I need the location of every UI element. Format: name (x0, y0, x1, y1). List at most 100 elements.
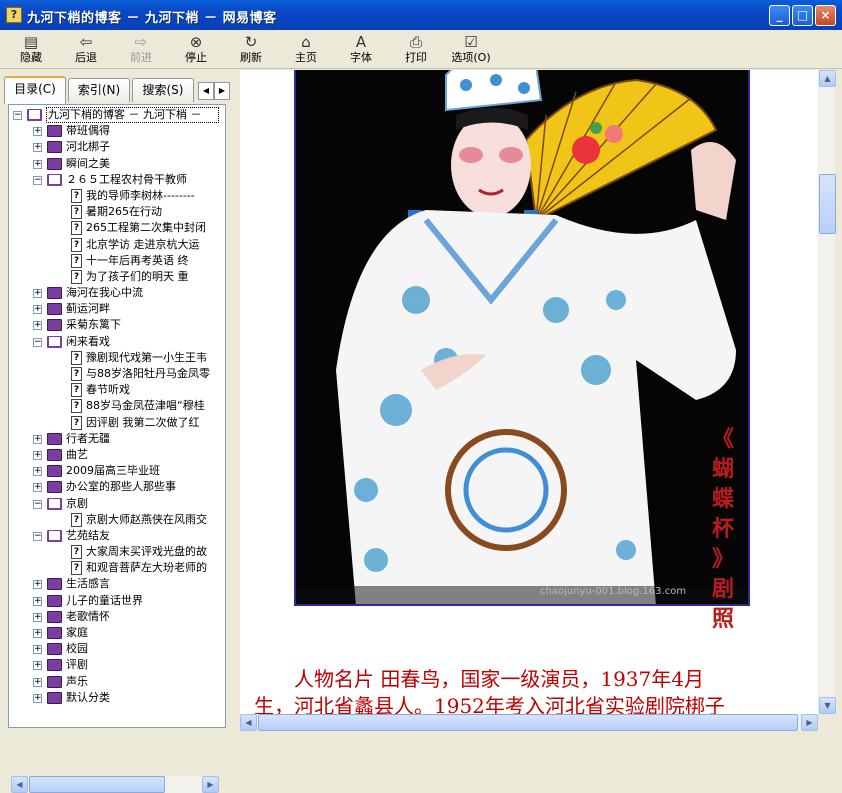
tree-topic-item[interactable]: ? 暑期265在行动 (9, 204, 219, 220)
tree-folder-item[interactable]: − 艺苑结友 (9, 528, 219, 544)
tab-contents[interactable]: 目录(C) (4, 76, 66, 104)
tree-folder-item[interactable]: + 行者无疆 (9, 431, 219, 447)
expand-icon[interactable]: + (33, 289, 42, 299)
closed-book-icon (47, 610, 62, 623)
content-hscroll-thumb[interactable] (258, 714, 798, 731)
tree-folder-item[interactable]: + 声乐 (9, 674, 219, 690)
expand-icon[interactable]: + (33, 127, 42, 137)
scroll-right-icon[interactable]: ▶ (202, 776, 219, 793)
content-vertical-scrollbar[interactable]: ▲ ▼ (818, 70, 836, 714)
scroll-up-icon[interactable]: ▲ (819, 70, 836, 87)
tree-topic-item[interactable]: ? 春节听戏 (9, 382, 219, 398)
tab-scroll-right-icon[interactable]: ▶ (214, 82, 230, 100)
help-topic-icon: ? (71, 221, 82, 236)
tree-topic-item[interactable]: ? 豫剧现代戏第一小生王韦 (9, 350, 219, 366)
tree-topic-item[interactable]: ? 京剧大师赵燕侠在风雨交 (9, 512, 219, 528)
expand-icon[interactable]: + (33, 467, 42, 477)
tree-horizontal-scrollbar[interactable]: ◀ ▶ (11, 776, 219, 793)
back-button[interactable]: ⇦ 后退 (61, 32, 111, 68)
font-button[interactable]: A 字体 (336, 32, 386, 68)
expand-icon[interactable]: + (33, 612, 42, 622)
tree-item-label: ２６５工程农村骨干教师 (66, 172, 187, 186)
closed-book-icon (47, 627, 62, 639)
tree-topic-item[interactable]: ? 为了孩子们的明天 重 (9, 269, 219, 285)
tree-topic-item[interactable]: ? 因评剧 我第二次做了红 (9, 415, 219, 431)
tree-folder-item[interactable]: − 九河下梢的博客 － 九河下梢 － (9, 107, 219, 123)
forward-button[interactable]: ⇨ 前进 (116, 32, 166, 68)
collapse-icon[interactable]: − (33, 531, 42, 541)
expand-icon[interactable]: + (33, 596, 42, 606)
refresh-button[interactable]: ↻ 刷新 (226, 32, 276, 68)
tree-topic-item[interactable]: ? 北京学访 走进京杭大运 (9, 237, 219, 253)
tree-folder-item[interactable]: + 默认分类 (9, 690, 219, 706)
expand-icon[interactable]: + (33, 483, 42, 493)
expand-icon[interactable]: + (33, 693, 42, 703)
content-scroll-left-icon[interactable]: ◀ (240, 714, 257, 731)
tree-folder-item[interactable]: + 家庭 (9, 625, 219, 641)
tree-folder-item[interactable]: + 海河在我心中流 (9, 285, 219, 301)
expand-icon[interactable]: + (33, 305, 42, 315)
scroll-down-icon[interactable]: ▼ (819, 697, 836, 714)
tree-topic-item[interactable]: ? 我的导师李树林-------- (9, 188, 219, 204)
expand-icon[interactable]: + (33, 580, 42, 590)
tree-topic-item[interactable]: ? 和观音菩萨左大玢老师的 (9, 560, 219, 576)
close-button[interactable]: × (815, 5, 836, 26)
minimize-button[interactable]: _ (769, 5, 790, 26)
expand-icon[interactable]: + (33, 677, 42, 687)
tree-folder-item[interactable]: + 儿子的童话世界 (9, 593, 219, 609)
expand-icon[interactable]: + (33, 661, 42, 671)
expand-icon[interactable]: + (33, 321, 42, 331)
tree-folder-item[interactable]: + 评剧 (9, 657, 219, 673)
collapse-icon[interactable]: − (33, 337, 42, 347)
tree-topic-item[interactable]: ? 与88岁洛阳牡丹马金凤零 (9, 366, 219, 382)
collapse-icon[interactable]: − (13, 111, 22, 120)
tree-folder-item[interactable]: + 河北梆子 (9, 139, 219, 155)
maximize-button[interactable]: □ (792, 5, 813, 26)
open-book-icon (47, 173, 62, 186)
home-button[interactable]: ⌂ 主页 (281, 32, 331, 68)
expand-icon[interactable]: + (33, 629, 42, 638)
expand-icon[interactable]: + (33, 159, 42, 169)
hide-button[interactable]: ▤ 隐藏 (6, 32, 56, 68)
expand-icon[interactable]: + (33, 434, 42, 444)
content-scroll-right-icon[interactable]: ▶ (801, 714, 818, 731)
tree-scroll-thumb[interactable] (29, 776, 165, 793)
tree-folder-item[interactable]: + 瞬间之美 (9, 156, 219, 172)
tree-list: − 九河下梢的博客 － 九河下梢 － + 带班偶得 + 河北梆子 + 瞬间之美 − ２６５工程农村… (9, 107, 219, 706)
tree-folder-item[interactable]: + 生活感言 (9, 576, 219, 592)
tree-folder-item[interactable]: + 校园 (9, 641, 219, 657)
tree-topic-item[interactable]: ? 十一年后再考英语 终 (9, 253, 219, 269)
tree-folder-item[interactable]: + 蓟运河畔 (9, 301, 219, 317)
tab-index[interactable]: 索引(N) (68, 78, 130, 102)
tree-folder-item[interactable]: − 闲来看戏 (9, 334, 219, 350)
tree-folder-item[interactable]: + 带班偶得 (9, 123, 219, 139)
tree-topic-item[interactable]: ? 大家周末买评戏光盘的故 (9, 544, 219, 560)
tree-topic-item[interactable]: ? 265工程第二次集中封闭 (9, 220, 219, 236)
content-scroll-thumb[interactable] (819, 174, 836, 234)
tree-item-label: 闲来看戏 (66, 334, 110, 348)
collapse-icon[interactable]: − (33, 175, 42, 185)
collapse-icon[interactable]: − (33, 499, 42, 509)
expand-icon[interactable]: + (33, 450, 42, 460)
expand-icon[interactable]: + (33, 645, 42, 655)
tree-folder-item[interactable]: − ２６５工程农村骨干教师 (9, 172, 219, 188)
font-icon: A (355, 33, 367, 51)
tree-item-label: 蓟运河畔 (66, 302, 110, 316)
closed-book-icon (47, 659, 62, 672)
tree-folder-item[interactable]: + 曲艺 (9, 447, 219, 463)
scroll-left-icon[interactable]: ◀ (11, 776, 28, 793)
options-button[interactable]: ☑ 选项(O) (446, 32, 496, 68)
tree-folder-item[interactable]: − 京剧 (9, 496, 219, 512)
help-topic-icon: ? (71, 237, 82, 252)
tree-folder-item[interactable]: + 老歌情怀 (9, 609, 219, 625)
tab-search[interactable]: 搜索(S) (132, 78, 194, 102)
content-horizontal-scrollbar[interactable]: ◀ ▶ (240, 714, 818, 731)
tab-scroll-left-icon[interactable]: ◀ (198, 82, 214, 100)
print-button[interactable]: ⎙ 打印 (391, 32, 441, 68)
tree-folder-item[interactable]: +2009届高三毕业班 (9, 463, 219, 479)
expand-icon[interactable]: + (33, 143, 42, 153)
tree-folder-item[interactable]: + 采菊东篱下 (9, 317, 219, 333)
stop-button[interactable]: ⊗ 停止 (171, 32, 221, 68)
tree-folder-item[interactable]: + 办公室的那些人那些事 (9, 479, 219, 495)
tree-topic-item[interactable]: ? 88岁马金凤莅津唱“穆桂 (9, 398, 219, 414)
